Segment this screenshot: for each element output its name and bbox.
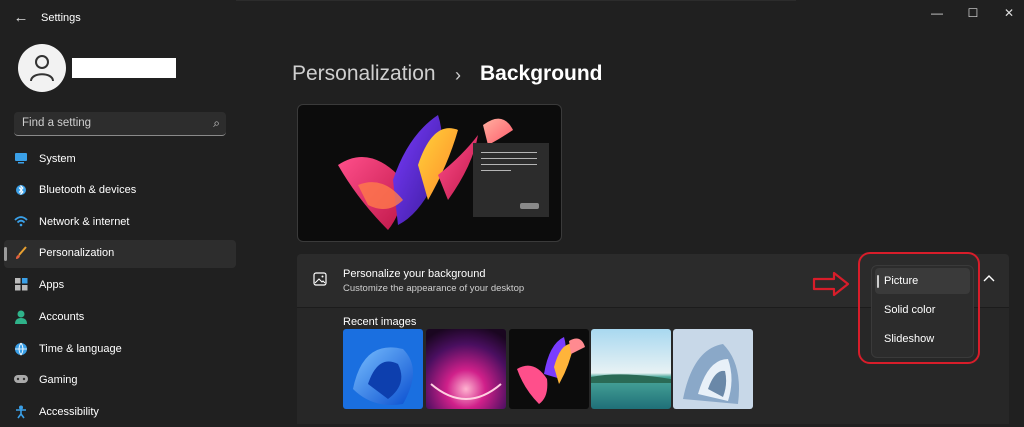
recent-image-thumbnail[interactable] bbox=[426, 329, 506, 409]
user-name bbox=[72, 58, 176, 78]
wifi-icon bbox=[14, 215, 28, 229]
sidebar-item-label: Personalization bbox=[39, 247, 115, 259]
search-input[interactable] bbox=[22, 115, 202, 131]
sidebar-item-label: Network & internet bbox=[39, 216, 130, 228]
sidebar-item-label: Time & language bbox=[39, 343, 122, 355]
apps-icon bbox=[14, 278, 28, 292]
bluetooth-icon bbox=[14, 183, 28, 197]
close-button[interactable]: ✕ bbox=[994, 4, 1024, 22]
recent-image-thumbnail[interactable] bbox=[673, 329, 753, 409]
sidebar-item-bluetooth[interactable]: Bluetooth & devices bbox=[4, 177, 236, 205]
breadcrumb-parent[interactable]: Personalization bbox=[292, 62, 436, 86]
page-title: Background bbox=[480, 62, 603, 85]
sidebar-item-system[interactable]: System bbox=[4, 146, 236, 174]
sidebar-item-label: Accounts bbox=[39, 311, 85, 323]
panel-subtitle: Customize the appearance of your desktop bbox=[343, 283, 525, 294]
title-bar-divider bbox=[236, 0, 796, 1]
sidebar-item-apps[interactable]: Apps bbox=[4, 272, 236, 300]
search-icon[interactable]: ⌕ bbox=[213, 116, 220, 131]
sidebar-item-label: Apps bbox=[39, 279, 65, 291]
brush-icon bbox=[14, 246, 28, 260]
gamepad-icon bbox=[14, 373, 28, 387]
sidebar-item-label: Gaming bbox=[39, 374, 78, 386]
annotation-highlight-box bbox=[858, 252, 980, 364]
image-icon bbox=[313, 272, 327, 286]
active-indicator bbox=[4, 247, 7, 261]
sidebar-item-accounts[interactable]: Accounts bbox=[4, 304, 236, 332]
recent-image-thumbnail[interactable] bbox=[343, 329, 423, 409]
back-button[interactable]: ← bbox=[10, 8, 32, 28]
recent-image-thumbnail[interactable] bbox=[509, 329, 589, 409]
person-icon bbox=[30, 55, 54, 82]
annotation-arrow bbox=[812, 270, 852, 303]
sidebar-item-label: System bbox=[39, 153, 76, 165]
chevron-up-icon[interactable] bbox=[981, 273, 997, 287]
breadcrumb-separator: › bbox=[455, 65, 461, 85]
accessibility-icon bbox=[14, 405, 28, 419]
panel-title: Personalize your background bbox=[343, 268, 486, 280]
title-bar bbox=[0, 0, 1024, 36]
preview-window bbox=[473, 143, 549, 217]
globe-icon bbox=[14, 342, 28, 356]
sidebar-item-time-language[interactable]: Time & language bbox=[4, 336, 236, 364]
desktop-preview bbox=[297, 104, 562, 242]
sidebar-item-label: Accessibility bbox=[39, 406, 99, 418]
search-box[interactable]: ⌕ bbox=[14, 112, 226, 136]
person-icon bbox=[14, 310, 28, 324]
sidebar-item-personalization[interactable]: Personalization bbox=[4, 240, 236, 268]
maximize-button[interactable]: ☐ bbox=[958, 4, 988, 22]
sidebar-item-label: Bluetooth & devices bbox=[39, 184, 137, 196]
minimize-button[interactable]: — bbox=[922, 4, 952, 22]
system-icon bbox=[14, 152, 28, 166]
sidebar-item-network[interactable]: Network & internet bbox=[4, 209, 236, 237]
app-title: Settings bbox=[41, 12, 81, 24]
recent-images-label: Recent images bbox=[343, 316, 417, 328]
avatar[interactable] bbox=[18, 44, 66, 92]
recent-image-thumbnail[interactable] bbox=[591, 329, 671, 409]
sidebar-item-gaming[interactable]: Gaming bbox=[4, 367, 236, 395]
